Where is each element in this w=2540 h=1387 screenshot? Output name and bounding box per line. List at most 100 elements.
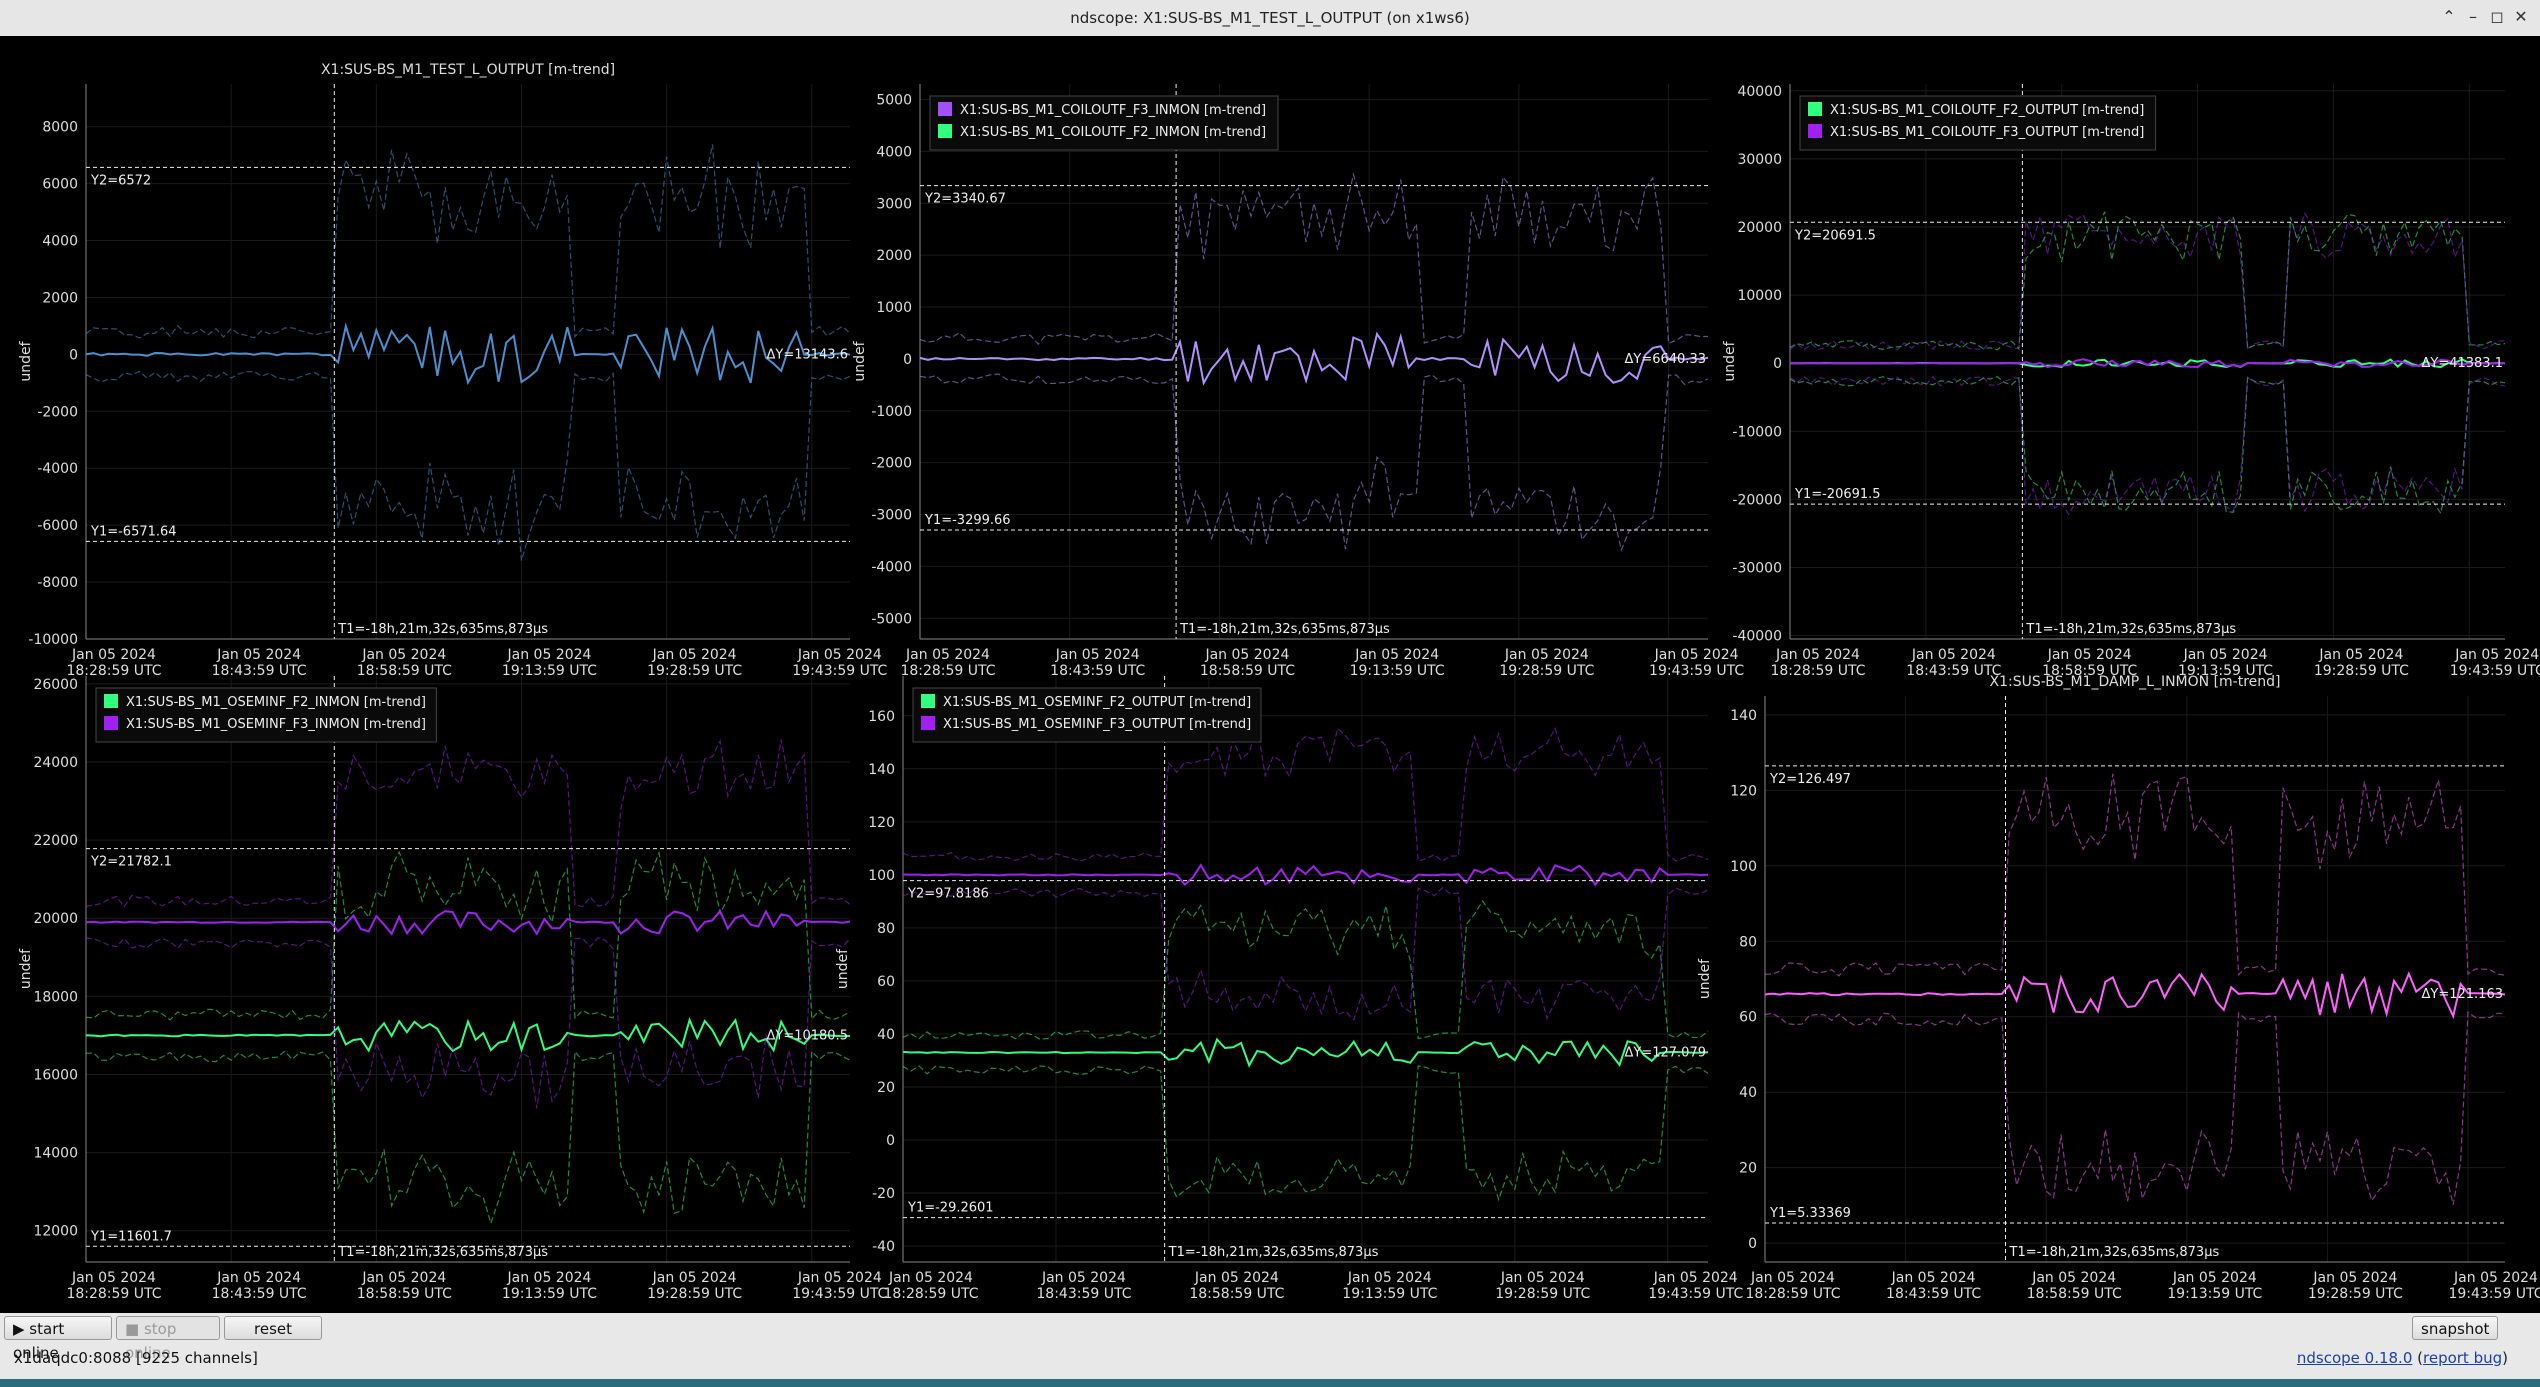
legend-entry: X1:SUS-BS_M1_COILOUTF_F3_OUTPUT [m-trend… — [1830, 125, 2144, 140]
y2-cursor-label: Y2=97.8186 — [907, 887, 989, 902]
y-tick-label: 16000 — [33, 1067, 78, 1083]
server-address: x1daqdc0:8088 — [14, 1349, 132, 1367]
x-tick-time: 19:28:59 UTC — [2308, 1286, 2403, 1302]
y-tick-label: 14000 — [33, 1146, 78, 1162]
series-max-trace — [1789, 211, 2506, 351]
snapshot-button[interactable]: snapshot — [2412, 1316, 2498, 1340]
window-titlebar: ndscope: X1:SUS-BS_M1_TEST_L_OUTPUT (on … — [0, 0, 2540, 37]
x-tick-date: Jan 05 2024 — [361, 647, 446, 663]
x-tick-time: 19:28:59 UTC — [2314, 663, 2409, 679]
y-tick-label: 80 — [877, 921, 895, 937]
x-tick-date: Jan 05 2024 — [1891, 1270, 1976, 1286]
plot-legend: X1:SUS-BS_M1_OSEMINF_F2_OUTPUT [m-trend]… — [912, 687, 1262, 743]
y-axis-label: undef — [835, 948, 851, 989]
report-bug-link[interactable]: report bug — [2423, 1349, 2502, 1367]
legend-entry: X1:SUS-BS_M1_OSEMINF_F3_INMON [m-trend] — [126, 717, 426, 732]
x-tick-date: Jan 05 2024 — [216, 647, 301, 663]
y-tick-label: -1000 — [871, 404, 912, 420]
y-axis-label: undef — [18, 340, 34, 381]
legend-swatch — [938, 102, 952, 116]
x-tick-date: Jan 05 2024 — [1055, 647, 1140, 663]
y-axis-label: undef — [1697, 958, 1713, 999]
y-tick-label: -20 — [872, 1186, 895, 1202]
plot-panel-1: 8000 6000 4000 2000 0 -2000 -4000 -6000 -8000 -10… — [18, 62, 888, 679]
y-axis-label: undef — [18, 948, 34, 989]
series-max-trace — [85, 144, 851, 339]
series-max-trace — [919, 172, 1708, 346]
y-tick-label: 20000 — [1737, 220, 1782, 236]
y-tick-label: 8000 — [42, 120, 78, 136]
close-icon[interactable]: ✕ — [2510, 6, 2532, 28]
y1-cursor-label: Y1=-20691.5 — [1794, 487, 1881, 502]
y-tick-label: 0 — [903, 352, 912, 368]
x-tick-time: 18:43:59 UTC — [1050, 663, 1145, 679]
legend-swatch — [104, 694, 118, 708]
reset-button[interactable]: reset — [224, 1316, 322, 1340]
legend-entry: X1:SUS-BS_M1_OSEMINF_F3_OUTPUT [m-trend] — [943, 717, 1251, 732]
y-axis-label: undef — [852, 340, 868, 381]
y-tick-label: -20000 — [1732, 492, 1782, 508]
x-tick-date: Jan 05 2024 — [2172, 1270, 2257, 1286]
plot-legend: X1:SUS-BS_M1_COILOUTF_F3_INMON [m-trend]… — [929, 95, 1279, 151]
y-tick-label: 120 — [1730, 783, 1757, 799]
y-tick-label: 5000 — [876, 93, 912, 109]
y1-cursor-label: Y1=-6571.64 — [90, 524, 177, 539]
restore-icon[interactable]: ⌃ — [2438, 6, 2460, 28]
y-tick-label: 60 — [1739, 1010, 1757, 1026]
series-min-trace — [1789, 376, 2506, 515]
plot-grid[interactable]: 80006000400020000-2000-4000-6000-8000-10… — [0, 36, 2540, 1313]
x-tick-date: Jan 05 2024 — [652, 1270, 737, 1286]
x-tick-date: Jan 05 2024 — [888, 1270, 973, 1286]
y2-cursor-label: Y2=20691.5 — [1794, 228, 1876, 243]
x-tick-date: Jan 05 2024 — [2312, 1270, 2397, 1286]
x-tick-time: 19:13:59 UTC — [502, 1286, 597, 1302]
series-mean-trace — [902, 1037, 1709, 1068]
series-min-trace — [85, 1050, 851, 1226]
series-max-trace — [1789, 211, 2506, 351]
t1-cursor-label: T1=-18h,21m,32s,635ms,873µs — [1179, 622, 1390, 637]
x-tick-time: 18:28:59 UTC — [66, 663, 161, 679]
y-tick-label: -2000 — [871, 456, 912, 472]
y-tick-label: -30000 — [1732, 560, 1782, 576]
y-tick-label: 24000 — [33, 755, 78, 771]
x-tick-date: Jan 05 2024 — [2047, 647, 2132, 663]
y-tick-label: 60 — [877, 974, 895, 990]
y-tick-label: 120 — [868, 815, 895, 831]
x-tick-date: Jan 05 2024 — [1204, 647, 1289, 663]
minimize-icon[interactable]: – — [2462, 6, 2484, 28]
stop-online-button[interactable]: ■ stop online — [116, 1316, 220, 1362]
series-min-trace — [919, 373, 1709, 552]
y-tick-label: -6000 — [37, 518, 78, 534]
y-tick-label: 100 — [1730, 859, 1757, 875]
maximize-icon[interactable]: ◻ — [2486, 6, 2508, 28]
x-tick-date: Jan 05 2024 — [1354, 647, 1439, 663]
version-link[interactable]: ndscope 0.18.0 — [2297, 1349, 2413, 1367]
y-tick-label: 6000 — [42, 177, 78, 193]
series-min-trace — [85, 370, 851, 561]
x-tick-date: Jan 05 2024 — [797, 647, 882, 663]
plot-title: X1:SUS-BS_M1_TEST_L_OUTPUT [m-trend] — [321, 62, 615, 78]
y2-cursor-label: Y2=126.497 — [1769, 772, 1851, 787]
legend-swatch — [104, 716, 118, 730]
x-tick-time: 18:43:59 UTC — [1036, 1286, 1131, 1302]
legend-swatch — [921, 716, 935, 730]
t1-cursor-label: T1=-18h,21m,32s,635ms,873µs — [337, 1245, 548, 1260]
x-tick-time: 19:28:59 UTC — [647, 1286, 742, 1302]
y1-cursor-label: Y1=-3299.66 — [924, 513, 1011, 528]
y-tick-label: -40000 — [1732, 629, 1782, 645]
y-tick-label: 0 — [1748, 1236, 1757, 1252]
start-online-button[interactable]: ▶ start online — [4, 1316, 112, 1362]
y-tick-label: -2000 — [37, 404, 78, 420]
legend-entry: X1:SUS-BS_M1_OSEMINF_F2_OUTPUT [m-trend] — [943, 695, 1251, 710]
x-tick-time: 18:43:59 UTC — [212, 1286, 307, 1302]
legend-entry: X1:SUS-BS_M1_COILOUTF_F2_OUTPUT [m-trend… — [1830, 103, 2144, 118]
delta-y-label: ΔY=41383.1 — [2422, 356, 2504, 371]
version-info: ndscope 0.18.0 (report bug) — [2296, 1349, 2508, 1367]
x-tick-time: 19:13:59 UTC — [2167, 1286, 2262, 1302]
series-max-trace — [85, 850, 851, 1021]
x-tick-time: 19:43:59 UTC — [792, 1286, 887, 1302]
x-tick-date: Jan 05 2024 — [507, 1270, 592, 1286]
x-tick-time: 19:13:59 UTC — [1350, 663, 1445, 679]
x-tick-date: Jan 05 2024 — [1194, 1270, 1279, 1286]
y2-cursor-label: Y2=21782.1 — [90, 855, 172, 870]
